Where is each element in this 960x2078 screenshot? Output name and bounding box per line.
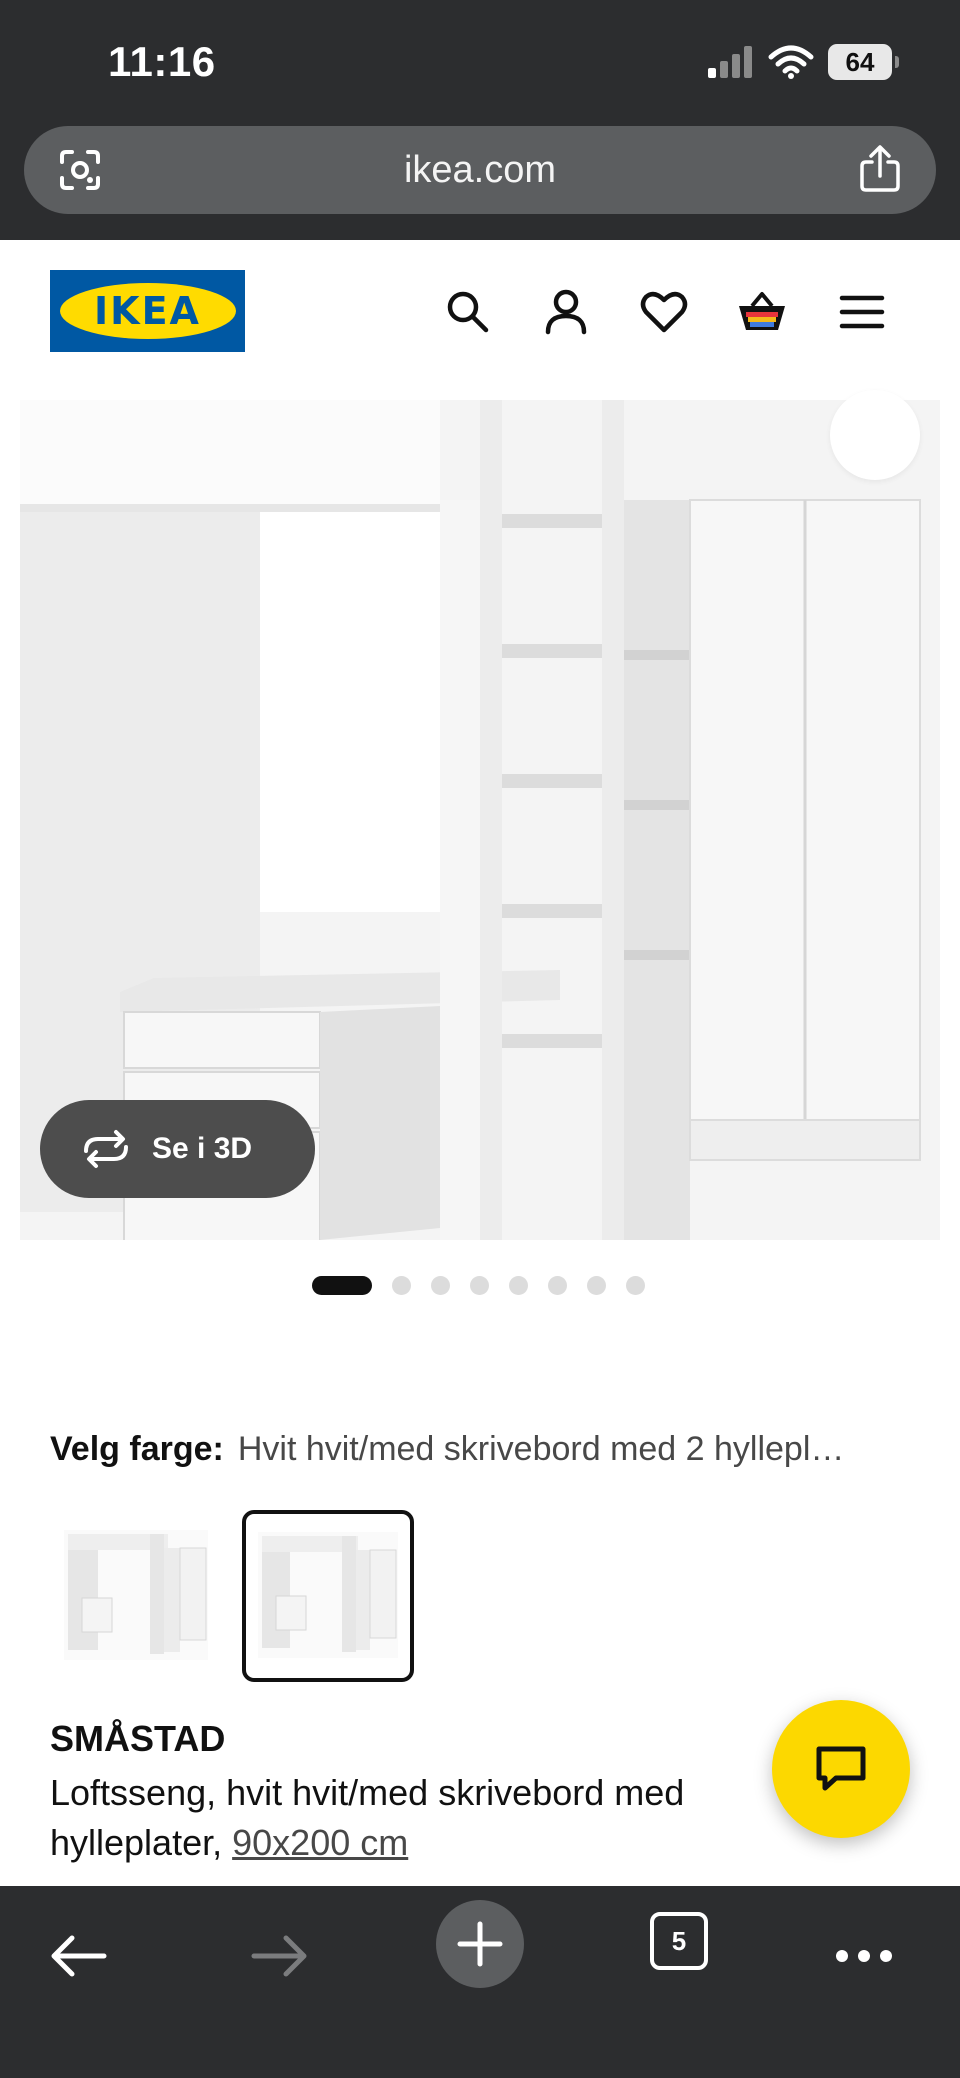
gallery-dot[interactable] <box>470 1276 489 1295</box>
basket-icon[interactable] <box>736 286 788 338</box>
browser-toolbar: 5 <box>0 1886 960 2078</box>
gallery-dot[interactable] <box>312 1276 372 1295</box>
cellular-signal-icon <box>708 46 752 78</box>
chat-icon <box>816 1746 866 1791</box>
product-description-line2: hylleplater, <box>50 1822 223 1863</box>
gallery-dot[interactable] <box>392 1276 411 1295</box>
heart-icon[interactable] <box>638 286 690 338</box>
product-size-link[interactable]: 90x200 cm <box>232 1822 408 1863</box>
gallery-dot[interactable] <box>548 1276 567 1295</box>
color-label: Velg farge: <box>50 1430 224 1468</box>
view-in-3d-button[interactable]: Se i 3D <box>40 1100 315 1198</box>
more-button[interactable] <box>814 1906 914 2006</box>
lens-scan-icon[interactable] <box>56 146 104 194</box>
gallery-pagination <box>312 1276 645 1295</box>
color-selector-row: Velg farge: Hvit hvit/med skrivebord med … <box>50 1430 930 1469</box>
product-description: Loftsseng, hvit hvit/med skrivebord med … <box>50 1768 810 1868</box>
arrow-right-icon <box>251 1935 307 1977</box>
site-header: IKEA <box>0 240 960 400</box>
gallery-dot[interactable] <box>587 1276 606 1295</box>
url-text: ikea.com <box>403 148 557 191</box>
chat-button[interactable] <box>772 1700 910 1838</box>
plus-icon <box>457 1921 503 1967</box>
status-icons: 64 <box>708 44 899 80</box>
product-name: SMÅSTAD <box>50 1718 226 1759</box>
swatch-thumbnail <box>64 1530 208 1660</box>
forward-button[interactable] <box>230 1906 330 2006</box>
battery-indicator: 64 <box>828 44 899 80</box>
account-icon[interactable] <box>540 286 592 338</box>
color-swatch-selected[interactable] <box>242 1510 414 1682</box>
more-dots-icon <box>836 1950 892 1962</box>
gallery-dot[interactable] <box>431 1276 450 1295</box>
arrow-left-icon <box>51 1935 107 1977</box>
back-button[interactable] <box>28 1906 128 2006</box>
color-value: Hvit hvit/med skrivebord med 2 hyllepl… <box>237 1430 845 1468</box>
product-description-line1: Loftsseng, hvit hvit/med skrivebord med <box>50 1772 685 1813</box>
view-in-3d-label: Se i 3D <box>152 1132 253 1165</box>
swatch-thumbnail <box>258 1532 398 1658</box>
status-time: 11:16 <box>108 38 216 85</box>
gallery-dot[interactable] <box>626 1276 645 1295</box>
search-icon[interactable] <box>442 286 494 338</box>
new-tab-button[interactable] <box>436 1900 524 1988</box>
share-icon[interactable] <box>856 144 904 194</box>
menu-icon[interactable] <box>836 286 888 338</box>
logo-text: IKEA <box>94 289 201 333</box>
wifi-icon <box>768 45 814 79</box>
browser-chrome-top: 11:16 64 ikea.com <box>0 0 960 240</box>
gallery-dot[interactable] <box>509 1276 528 1295</box>
ikea-logo[interactable]: IKEA <box>50 270 245 352</box>
image-overlay-circle <box>830 390 920 480</box>
rotate-3d-icon <box>84 1130 128 1168</box>
address-bar[interactable]: ikea.com <box>24 126 936 214</box>
logo-oval: IKEA <box>59 283 236 339</box>
tabs-switcher-button[interactable]: 5 <box>650 1912 708 1970</box>
color-swatches <box>50 1510 450 1682</box>
color-swatch[interactable] <box>50 1510 222 1682</box>
web-page: IKEA Se i 3D Velg farge: Hvit hvit/med s… <box>0 240 960 1886</box>
